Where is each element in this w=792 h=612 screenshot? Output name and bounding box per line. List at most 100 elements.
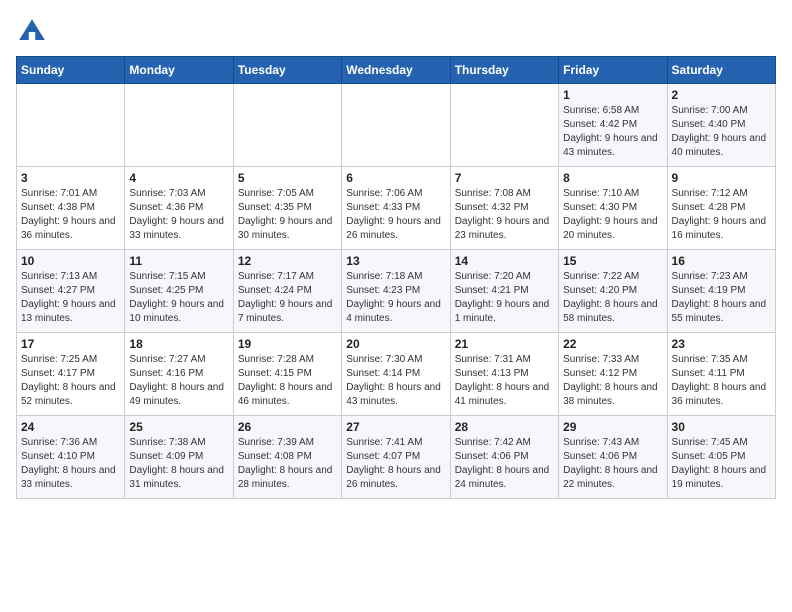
day-info: Sunrise: 7:12 AM Sunset: 4:28 PM Dayligh… bbox=[672, 187, 771, 243]
day-info: Sunrise: 7:13 AM Sunset: 4:27 PM Dayligh… bbox=[21, 270, 120, 326]
day-info: Sunrise: 7:30 AM Sunset: 4:14 PM Dayligh… bbox=[346, 353, 445, 409]
day-header-wednesday: Wednesday bbox=[342, 57, 450, 84]
calendar-cell: 3 Sunrise: 7:01 AM Sunset: 4:38 PM Daylig… bbox=[17, 167, 125, 250]
day-number: 15 bbox=[563, 254, 662, 268]
calendar-cell: 14 Sunrise: 7:20 AM Sunset: 4:21 PM Dayli… bbox=[450, 250, 558, 333]
calendar-cell: 11 Sunrise: 7:15 AM Sunset: 4:25 PM Dayli… bbox=[125, 250, 233, 333]
day-number: 7 bbox=[455, 171, 554, 185]
calendar-cell: 20 Sunrise: 7:30 AM Sunset: 4:14 PM Dayli… bbox=[342, 333, 450, 416]
day-info: Sunrise: 7:06 AM Sunset: 4:33 PM Dayligh… bbox=[346, 187, 445, 243]
day-number: 29 bbox=[563, 420, 662, 434]
day-number: 10 bbox=[21, 254, 120, 268]
day-info: Sunrise: 7:22 AM Sunset: 4:20 PM Dayligh… bbox=[563, 270, 662, 326]
day-number: 11 bbox=[129, 254, 228, 268]
day-number: 18 bbox=[129, 337, 228, 351]
calendar-cell: 10 Sunrise: 7:13 AM Sunset: 4:27 PM Dayli… bbox=[17, 250, 125, 333]
day-info: Sunrise: 7:39 AM Sunset: 4:08 PM Dayligh… bbox=[238, 436, 337, 492]
day-number: 5 bbox=[238, 171, 337, 185]
day-info: Sunrise: 7:38 AM Sunset: 4:09 PM Dayligh… bbox=[129, 436, 228, 492]
day-info: Sunrise: 7:36 AM Sunset: 4:10 PM Dayligh… bbox=[21, 436, 120, 492]
day-info: Sunrise: 7:45 AM Sunset: 4:05 PM Dayligh… bbox=[672, 436, 771, 492]
day-number: 3 bbox=[21, 171, 120, 185]
day-number: 8 bbox=[563, 171, 662, 185]
calendar-cell bbox=[17, 84, 125, 167]
day-number: 13 bbox=[346, 254, 445, 268]
day-info: Sunrise: 7:23 AM Sunset: 4:19 PM Dayligh… bbox=[672, 270, 771, 326]
calendar-cell: 16Sunrise: 7:23 AM Sunset: 4:19 PM Dayli… bbox=[667, 250, 775, 333]
calendar-week-3: 17 Sunrise: 7:25 AM Sunset: 4:17 PM Dayli… bbox=[17, 333, 776, 416]
calendar-cell bbox=[342, 84, 450, 167]
day-header-sunday: Sunday bbox=[17, 57, 125, 84]
day-number: 4 bbox=[129, 171, 228, 185]
day-number: 26 bbox=[238, 420, 337, 434]
header bbox=[16, 16, 776, 48]
day-info: Sunrise: 7:08 AM Sunset: 4:32 PM Dayligh… bbox=[455, 187, 554, 243]
day-header-thursday: Thursday bbox=[450, 57, 558, 84]
day-number: 6 bbox=[346, 171, 445, 185]
logo bbox=[16, 16, 52, 48]
day-header-tuesday: Tuesday bbox=[233, 57, 341, 84]
day-number: 12 bbox=[238, 254, 337, 268]
calendar-cell: 21 Sunrise: 7:31 AM Sunset: 4:13 PM Dayli… bbox=[450, 333, 558, 416]
day-info: Sunrise: 7:27 AM Sunset: 4:16 PM Dayligh… bbox=[129, 353, 228, 409]
day-info: Sunrise: 7:01 AM Sunset: 4:38 PM Dayligh… bbox=[21, 187, 120, 243]
day-info: Sunrise: 7:28 AM Sunset: 4:15 PM Dayligh… bbox=[238, 353, 337, 409]
calendar-cell: 17 Sunrise: 7:25 AM Sunset: 4:17 PM Dayli… bbox=[17, 333, 125, 416]
calendar-cell: 2 Sunrise: 7:00 AM Sunset: 4:40 PM Daylig… bbox=[667, 84, 775, 167]
calendar-cell bbox=[125, 84, 233, 167]
day-info: Sunrise: 7:18 AM Sunset: 4:23 PM Dayligh… bbox=[346, 270, 445, 326]
day-number: 30 bbox=[672, 420, 771, 434]
day-number: 9 bbox=[672, 171, 771, 185]
calendar-cell: 19 Sunrise: 7:28 AM Sunset: 4:15 PM Dayli… bbox=[233, 333, 341, 416]
calendar-cell: 8Sunrise: 7:10 AM Sunset: 4:30 PM Daylig… bbox=[559, 167, 667, 250]
calendar-week-1: 3 Sunrise: 7:01 AM Sunset: 4:38 PM Daylig… bbox=[17, 167, 776, 250]
day-number: 19 bbox=[238, 337, 337, 351]
calendar-cell bbox=[233, 84, 341, 167]
calendar-cell: 22 Sunrise: 7:33 AM Sunset: 4:12 PM Dayli… bbox=[559, 333, 667, 416]
calendar-cell: 18 Sunrise: 7:27 AM Sunset: 4:16 PM Dayli… bbox=[125, 333, 233, 416]
day-info: Sunrise: 7:00 AM Sunset: 4:40 PM Dayligh… bbox=[672, 104, 771, 160]
calendar-cell bbox=[450, 84, 558, 167]
calendar-week-0: 1Sunrise: 6:58 AM Sunset: 4:42 PM Daylig… bbox=[17, 84, 776, 167]
calendar-week-2: 10 Sunrise: 7:13 AM Sunset: 4:27 PM Dayli… bbox=[17, 250, 776, 333]
day-number: 21 bbox=[455, 337, 554, 351]
day-number: 17 bbox=[21, 337, 120, 351]
calendar-cell: 28 Sunrise: 7:42 AM Sunset: 4:06 PM Dayli… bbox=[450, 416, 558, 499]
day-info: Sunrise: 7:43 AM Sunset: 4:06 PM Dayligh… bbox=[563, 436, 662, 492]
calendar-cell: 13 Sunrise: 7:18 AM Sunset: 4:23 PM Dayli… bbox=[342, 250, 450, 333]
day-info: Sunrise: 7:42 AM Sunset: 4:06 PM Dayligh… bbox=[455, 436, 554, 492]
calendar-cell: 27 Sunrise: 7:41 AM Sunset: 4:07 PM Dayli… bbox=[342, 416, 450, 499]
day-info: Sunrise: 7:03 AM Sunset: 4:36 PM Dayligh… bbox=[129, 187, 228, 243]
day-info: Sunrise: 7:15 AM Sunset: 4:25 PM Dayligh… bbox=[129, 270, 228, 326]
day-header-monday: Monday bbox=[125, 57, 233, 84]
day-number: 14 bbox=[455, 254, 554, 268]
calendar-cell: 4 Sunrise: 7:03 AM Sunset: 4:36 PM Daylig… bbox=[125, 167, 233, 250]
day-number: 24 bbox=[21, 420, 120, 434]
day-number: 1 bbox=[563, 88, 662, 102]
day-number: 28 bbox=[455, 420, 554, 434]
day-number: 27 bbox=[346, 420, 445, 434]
calendar-week-4: 24 Sunrise: 7:36 AM Sunset: 4:10 PM Dayli… bbox=[17, 416, 776, 499]
day-info: Sunrise: 7:31 AM Sunset: 4:13 PM Dayligh… bbox=[455, 353, 554, 409]
day-number: 20 bbox=[346, 337, 445, 351]
day-info: Sunrise: 7:20 AM Sunset: 4:21 PM Dayligh… bbox=[455, 270, 554, 326]
day-info: Sunrise: 7:33 AM Sunset: 4:12 PM Dayligh… bbox=[563, 353, 662, 409]
day-header-friday: Friday bbox=[559, 57, 667, 84]
calendar-cell: 24 Sunrise: 7:36 AM Sunset: 4:10 PM Dayli… bbox=[17, 416, 125, 499]
calendar-cell: 1Sunrise: 6:58 AM Sunset: 4:42 PM Daylig… bbox=[559, 84, 667, 167]
day-info: Sunrise: 7:41 AM Sunset: 4:07 PM Dayligh… bbox=[346, 436, 445, 492]
calendar-cell: 12Sunrise: 7:17 AM Sunset: 4:24 PM Dayli… bbox=[233, 250, 341, 333]
calendar-cell: 15 Sunrise: 7:22 AM Sunset: 4:20 PM Dayli… bbox=[559, 250, 667, 333]
day-info: Sunrise: 7:25 AM Sunset: 4:17 PM Dayligh… bbox=[21, 353, 120, 409]
day-number: 25 bbox=[129, 420, 228, 434]
calendar-cell: 25 Sunrise: 7:38 AM Sunset: 4:09 PM Dayli… bbox=[125, 416, 233, 499]
calendar-cell: 30 Sunrise: 7:45 AM Sunset: 4:05 PM Dayli… bbox=[667, 416, 775, 499]
calendar-cell: 29 Sunrise: 7:43 AM Sunset: 4:06 PM Dayli… bbox=[559, 416, 667, 499]
calendar-table: SundayMondayTuesdayWednesdayThursdayFrid… bbox=[16, 56, 776, 499]
calendar-cell: 7 Sunrise: 7:08 AM Sunset: 4:32 PM Daylig… bbox=[450, 167, 558, 250]
day-number: 2 bbox=[672, 88, 771, 102]
day-header-saturday: Saturday bbox=[667, 57, 775, 84]
logo-icon bbox=[16, 16, 48, 48]
calendar-cell: 9 Sunrise: 7:12 AM Sunset: 4:28 PM Daylig… bbox=[667, 167, 775, 250]
day-number: 22 bbox=[563, 337, 662, 351]
